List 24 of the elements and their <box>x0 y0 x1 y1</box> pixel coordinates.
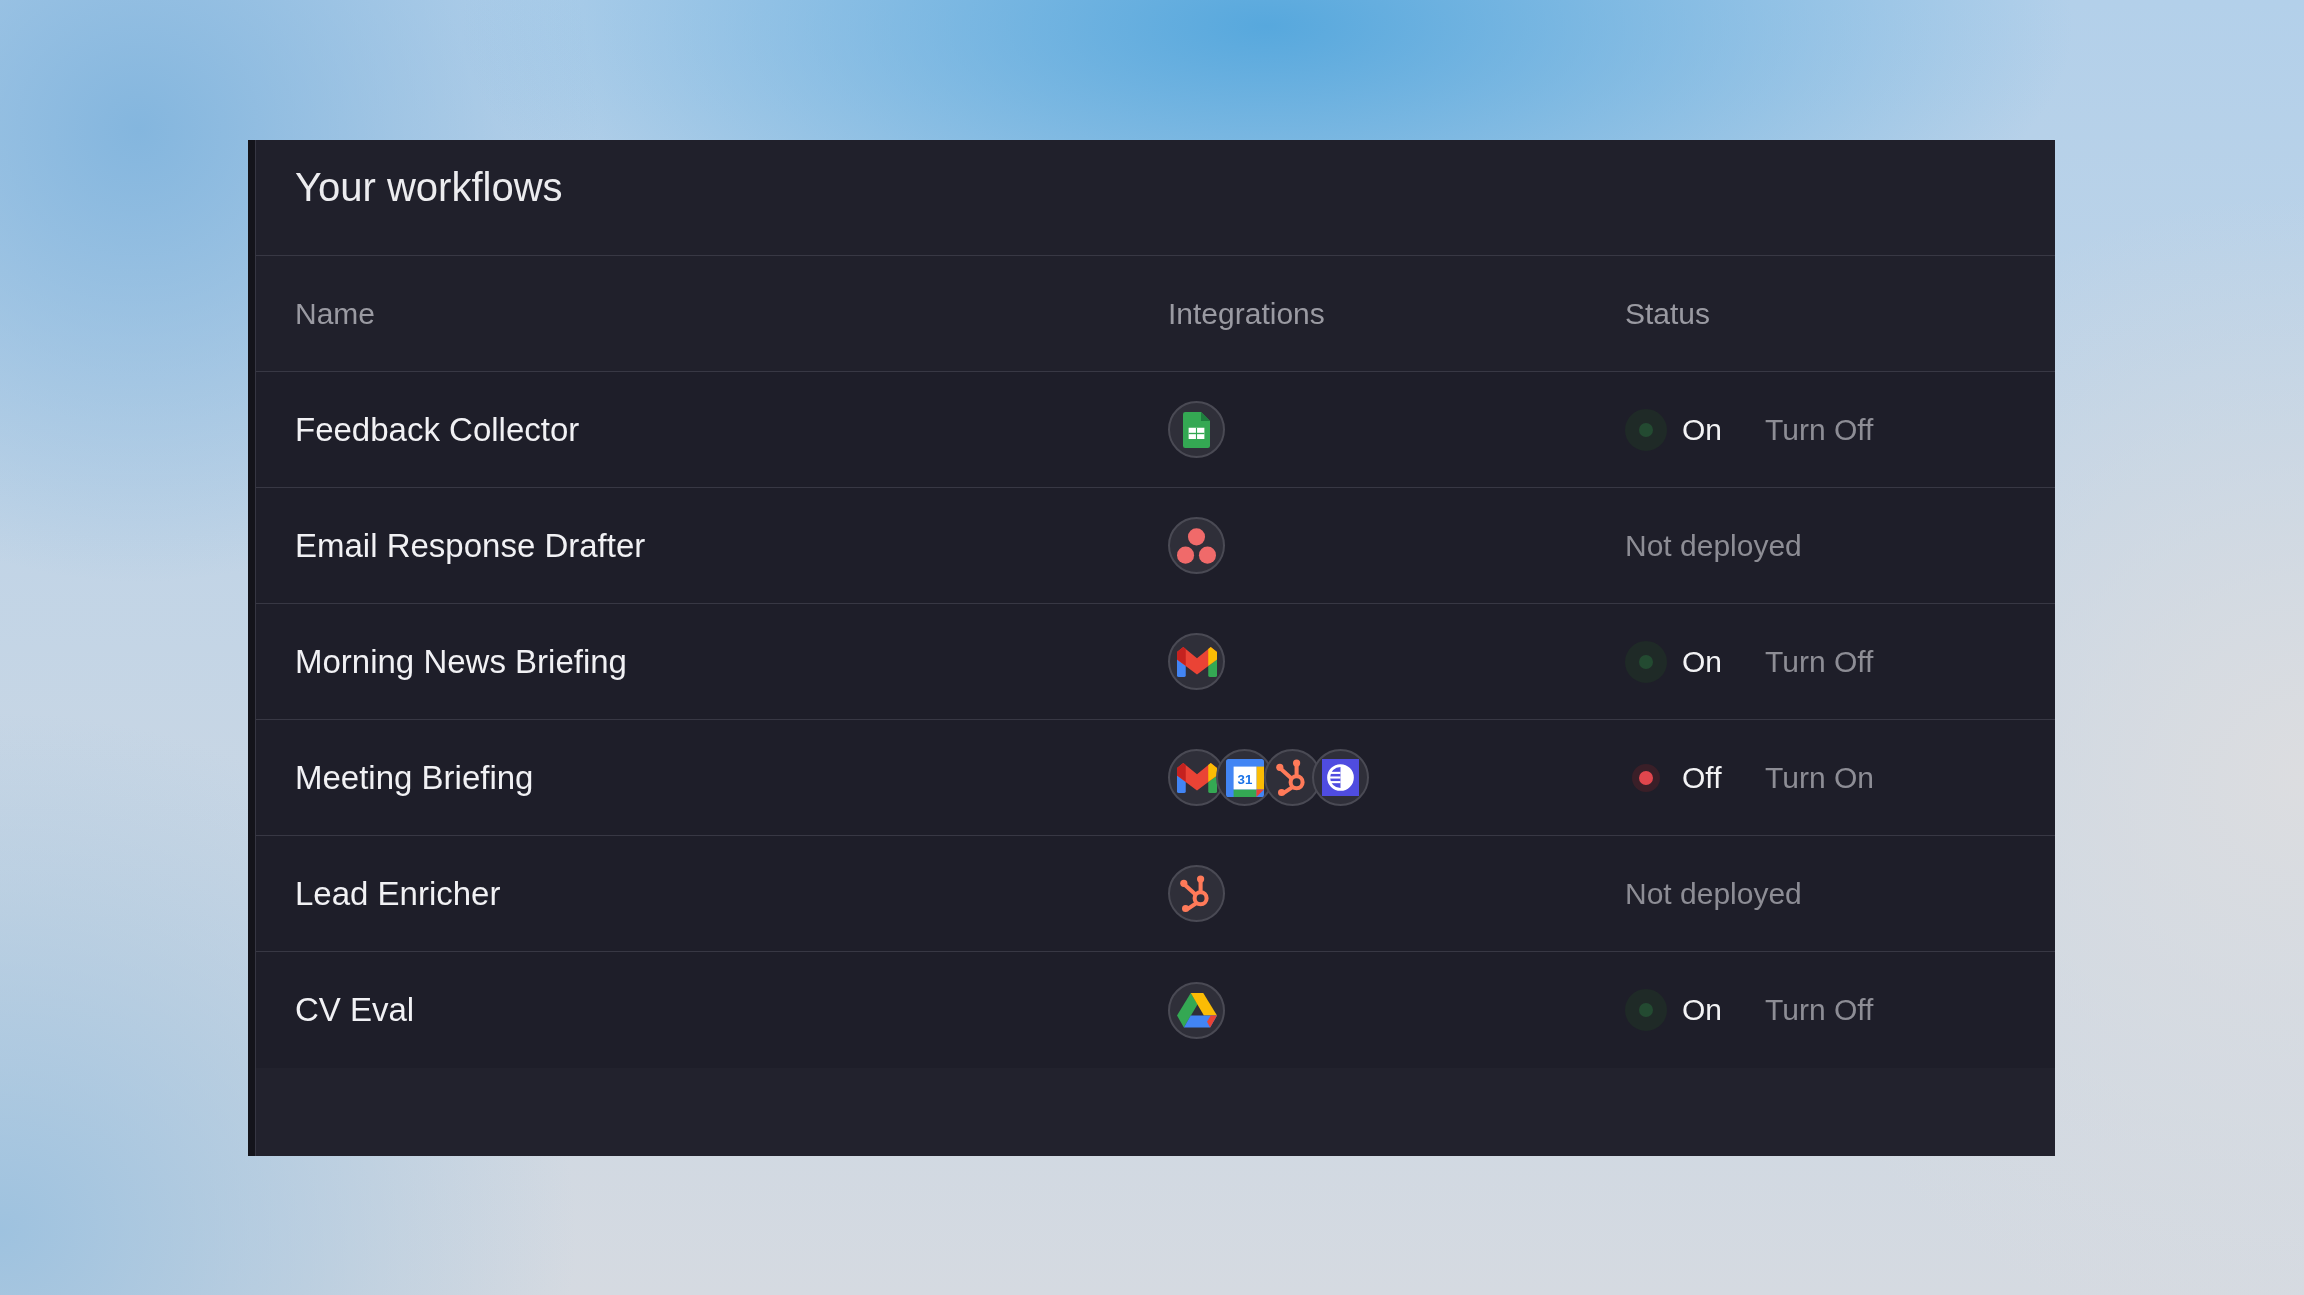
workflow-name: CV Eval <box>295 991 415 1028</box>
workflow-name: Lead Enricher <box>295 874 501 912</box>
workflow-name: Morning News Briefing <box>295 642 627 680</box>
column-header: Status <box>1625 296 1711 330</box>
letter-m-icon <box>1168 633 1225 690</box>
column-header: Integrations <box>1168 296 1325 330</box>
status-label: Off <box>1682 759 1722 796</box>
toggle-button[interactable]: Turn On <box>1765 759 1874 796</box>
status-label: Not deployed <box>1625 528 1802 562</box>
status-label: Not deployed <box>1625 876 1802 910</box>
workflow-name: Feedback Collector <box>295 410 580 448</box>
panel-title: Your workflows <box>295 164 563 211</box>
status-label: On <box>1682 411 1722 448</box>
spreadsheet-icon <box>1168 401 1225 458</box>
toggle-button[interactable]: Turn Off <box>1765 643 1874 680</box>
three-dots-icon <box>1168 517 1225 574</box>
toggle-button[interactable]: Turn Off <box>1765 411 1874 448</box>
column-header: Name <box>295 296 376 330</box>
status-label: On <box>1682 643 1722 680</box>
sprocket-icon <box>1168 865 1225 922</box>
workflow-name: Email Response Drafter <box>295 526 646 564</box>
toggle-button[interactable]: Turn Off <box>1765 992 1874 1028</box>
status-label: On <box>1682 992 1722 1028</box>
workflow-name: Meeting Briefing <box>295 758 534 796</box>
